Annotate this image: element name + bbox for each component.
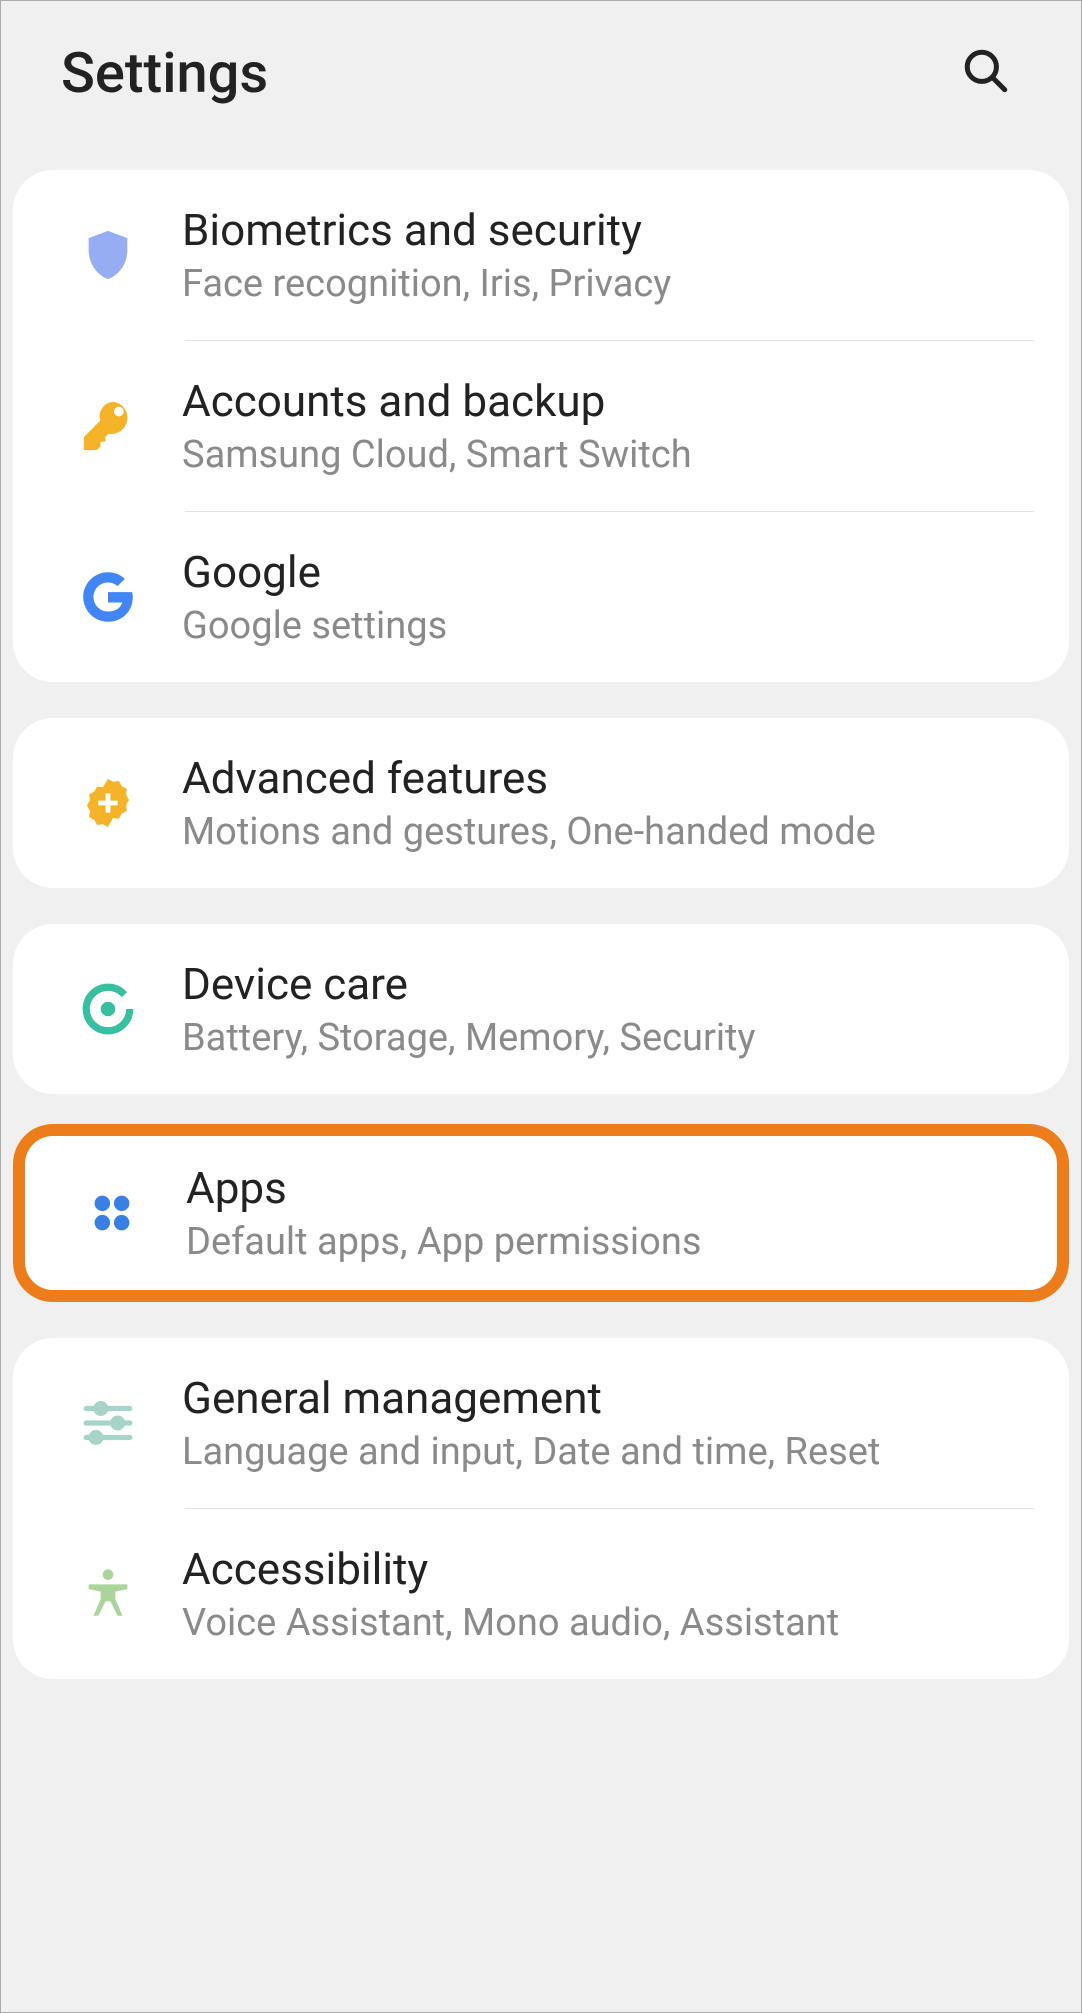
settings-item-advanced-features[interactable]: Advanced features Motions and gestures, … [13, 718, 1069, 888]
item-subtitle: Motions and gestures, One-handed mode [182, 810, 1037, 854]
search-icon [961, 46, 1011, 96]
item-subtitle: Google settings [182, 604, 1037, 648]
person-icon [48, 1565, 168, 1623]
item-title: Device care [182, 958, 1037, 1010]
item-title: Google [182, 546, 1037, 598]
key-icon [48, 397, 168, 455]
settings-item-accounts[interactable]: Accounts and backup Samsung Cloud, Smart… [13, 341, 1069, 511]
settings-item-biometrics[interactable]: Biometrics and security Face recognition… [13, 170, 1069, 340]
google-icon [48, 568, 168, 626]
item-subtitle: Voice Assistant, Mono audio, Assistant [182, 1601, 1037, 1645]
apps-icon [52, 1184, 172, 1242]
search-button[interactable] [951, 36, 1021, 110]
settings-item-google[interactable]: Google Google settings [13, 512, 1069, 682]
settings-item-accessibility[interactable]: Accessibility Voice Assistant, Mono audi… [13, 1509, 1069, 1679]
item-title: General management [182, 1372, 1037, 1424]
settings-group-highlighted: Apps Default apps, App permissions [13, 1124, 1069, 1302]
settings-group: Biometrics and security Face recognition… [13, 170, 1069, 682]
item-title: Accessibility [182, 1543, 1037, 1595]
item-subtitle: Battery, Storage, Memory, Security [182, 1016, 1037, 1060]
item-subtitle: Face recognition, Iris, Privacy [182, 262, 1037, 306]
settings-item-device-care[interactable]: Device care Battery, Storage, Memory, Se… [13, 924, 1069, 1094]
item-title: Apps [186, 1162, 1033, 1214]
device-care-icon [48, 980, 168, 1038]
item-title: Biometrics and security [182, 204, 1037, 256]
settings-item-apps[interactable]: Apps Default apps, App permissions [25, 1136, 1057, 1290]
item-subtitle: Language and input, Date and time, Reset [182, 1430, 1037, 1474]
settings-group: Advanced features Motions and gestures, … [13, 718, 1069, 888]
sliders-icon [48, 1394, 168, 1452]
page-title: Settings [61, 40, 268, 106]
settings-group: Device care Battery, Storage, Memory, Se… [13, 924, 1069, 1094]
gear-plus-icon [48, 774, 168, 832]
shield-icon [48, 226, 168, 284]
item-subtitle: Samsung Cloud, Smart Switch [182, 433, 1037, 477]
item-title: Accounts and backup [182, 375, 1037, 427]
item-subtitle: Default apps, App permissions [186, 1220, 1033, 1264]
item-title: Advanced features [182, 752, 1037, 804]
settings-group: General management Language and input, D… [13, 1338, 1069, 1679]
settings-header: Settings [1, 1, 1081, 170]
settings-item-general-management[interactable]: General management Language and input, D… [13, 1338, 1069, 1508]
